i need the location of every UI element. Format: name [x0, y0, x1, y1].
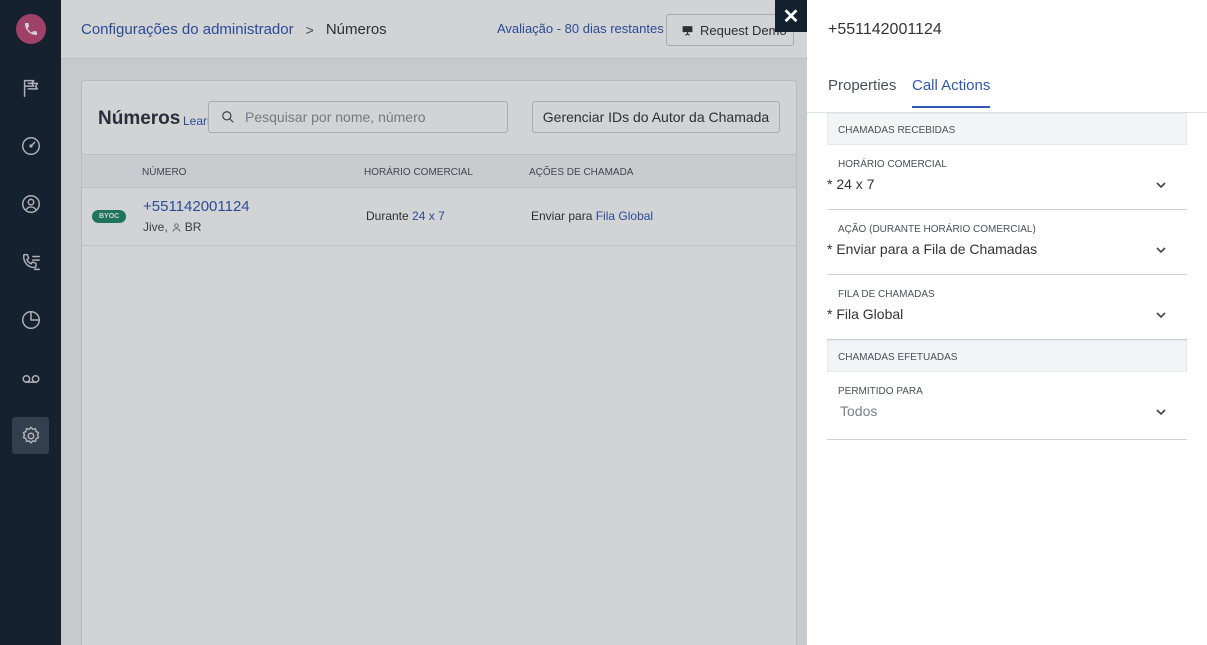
incoming-calls-section-header: CHAMADAS RECEBIDAS: [827, 113, 1187, 145]
allowed-label: PERMITIDO PARA: [838, 386, 923, 397]
allowed-for-dropdown[interactable]: PERMITIDO PARA Todos: [827, 372, 1187, 440]
business-hours-label: HORÁRIO COMERCIAL: [838, 159, 947, 170]
chevron-down-icon: [1155, 178, 1167, 190]
outgoing-calls-section-header: CHAMADAS EFETUADAS: [827, 340, 1187, 372]
action-label: AÇÃO (DURANTE HORÁRIO COMERCIAL): [838, 224, 1036, 235]
panel-tabs: Properties Call Actions: [807, 72, 1207, 113]
panel-title: +551142001124: [828, 21, 942, 38]
business-hours-dropdown[interactable]: HORÁRIO COMERCIAL * 24 x 7: [827, 145, 1187, 210]
chevron-down-icon: [1155, 308, 1167, 320]
business-hours-action-dropdown[interactable]: AÇÃO (DURANTE HORÁRIO COMERCIAL) * Envia…: [827, 210, 1187, 275]
modal-backdrop[interactable]: [0, 0, 807, 645]
tab-properties[interactable]: Properties: [828, 77, 896, 106]
call-queue-dropdown[interactable]: FILA DE CHAMADAS * Fila Global: [827, 275, 1187, 340]
queue-label: FILA DE CHAMADAS: [838, 289, 935, 300]
tab-call-actions[interactable]: Call Actions: [912, 77, 991, 108]
close-panel-button[interactable]: ✕: [775, 0, 807, 32]
queue-value: * Fila Global: [827, 306, 904, 322]
number-details-panel: +551142001124 Properties Call Actions CH…: [807, 0, 1207, 645]
chevron-down-icon: [1155, 405, 1167, 417]
action-value: * Enviar para a Fila de Chamadas: [827, 241, 1038, 257]
business-hours-value: * 24 x 7: [827, 176, 875, 192]
chevron-down-icon: [1155, 243, 1167, 255]
allowed-value: Todos: [840, 403, 878, 419]
